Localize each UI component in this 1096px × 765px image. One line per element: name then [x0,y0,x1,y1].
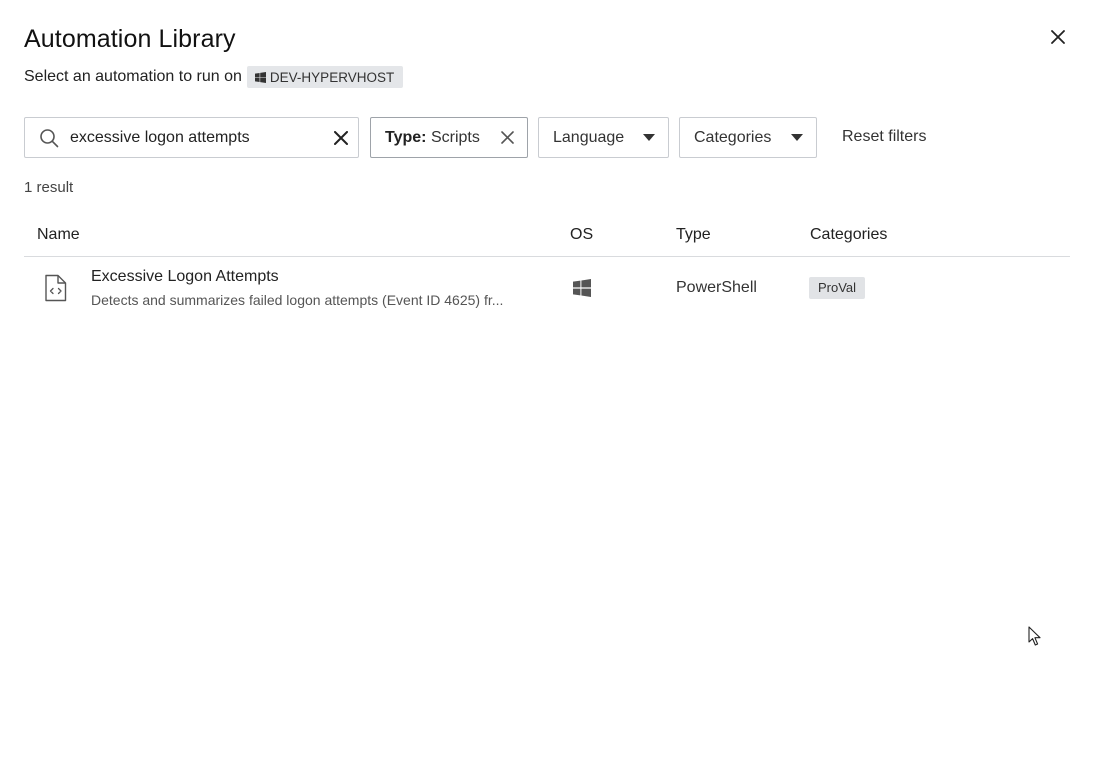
code-file-icon [43,274,67,307]
automation-description: Detects and summarizes failed logon atte… [91,292,504,308]
column-header-os[interactable]: OS [570,226,593,244]
close-icon [1051,30,1065,44]
search-icon [39,128,59,148]
clear-search-button[interactable] [334,130,348,145]
windows-icon [573,279,591,302]
categories-dropdown-label: Categories [694,128,772,146]
dialog-subtitle: Select an automation to run on DEV-HYPER… [24,66,404,88]
subtitle-text: Select an automation to run on [24,68,242,85]
device-chip: DEV-HYPERVHOST [246,66,404,88]
categories-dropdown[interactable]: Categories [679,117,817,158]
type-filter-label: Type: Scripts [385,129,480,147]
dialog-title: Automation Library [24,25,236,53]
caret-down-icon [643,133,655,142]
language-dropdown[interactable]: Language [538,117,669,158]
type-filter-chip[interactable]: Type: Scripts [370,117,528,158]
close-icon [501,131,514,144]
clear-icon [334,130,348,145]
column-header-name[interactable]: Name [37,226,80,244]
search-field[interactable] [24,117,359,158]
automation-name[interactable]: Excessive Logon Attempts [91,268,279,286]
reset-filters-button[interactable]: Reset filters [842,128,926,146]
device-name: DEV-HYPERVHOST [269,69,395,85]
automation-type: PowerShell [676,279,757,296]
caret-down-icon [791,133,803,142]
table-header: Name OS Type Categories [24,214,1070,257]
remove-type-filter-button[interactable] [501,131,514,144]
type-filter-value: Scripts [430,128,480,146]
category-badge: ProVal [809,277,866,299]
search-input[interactable] [70,128,310,147]
language-dropdown-label: Language [553,128,625,146]
table-row[interactable]: Excessive Logon Attempts Detects and sum… [24,257,1070,319]
type-filter-key: Type: [385,128,427,146]
mouse-cursor-icon [1028,626,1042,652]
automation-library-dialog: Automation Library Select an automation … [0,0,1096,765]
result-count: 1 result [24,179,74,196]
close-button[interactable] [1046,25,1070,49]
column-header-type[interactable]: Type [676,226,711,244]
windows-icon [254,71,266,83]
column-header-categories[interactable]: Categories [810,226,887,244]
